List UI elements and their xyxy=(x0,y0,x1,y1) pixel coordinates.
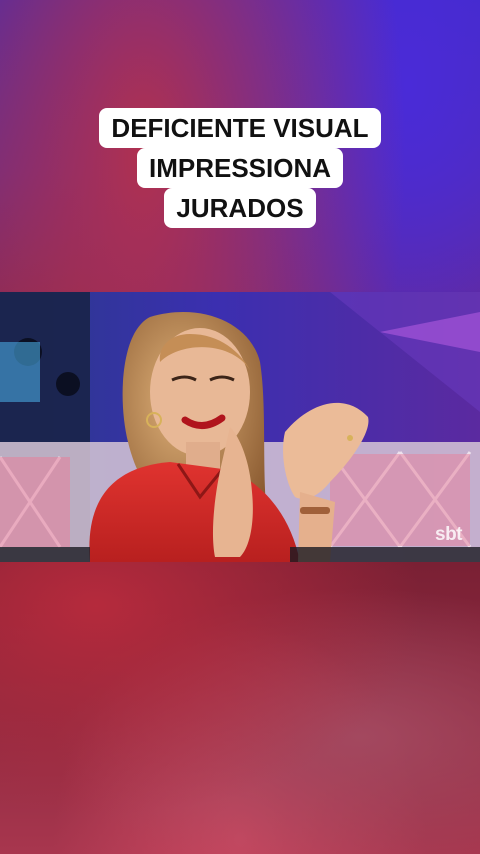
video-frame[interactable]: sbt xyxy=(0,292,480,562)
caption-overlay: DEFICIENTE VISUAL IMPRESSIONA JURADOS xyxy=(0,108,480,228)
tv-scene-illustration xyxy=(0,292,480,562)
blurred-background-bottom xyxy=(0,562,480,854)
desk-edge xyxy=(290,547,480,562)
ring xyxy=(347,435,353,441)
bracelet xyxy=(300,507,330,514)
channel-logo: sbt xyxy=(435,524,463,545)
caption-line-1: DEFICIENTE VISUAL xyxy=(99,108,381,148)
caption-line-2: IMPRESSIONA xyxy=(136,148,344,188)
caption-line-3: JURADOS xyxy=(164,188,316,228)
video-post-screen: DEFICIENTE VISUAL IMPRESSIONA JURADOS sb… xyxy=(0,0,480,854)
